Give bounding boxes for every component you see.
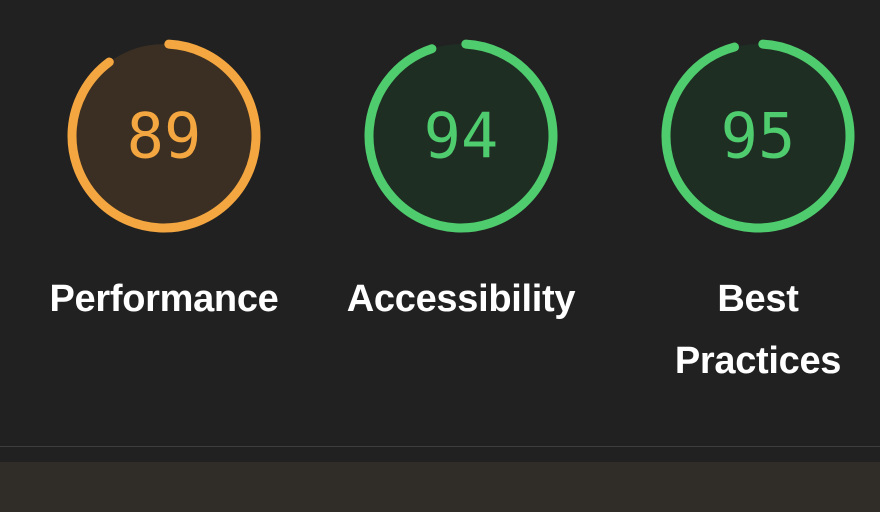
gauge-accessibility[interactable]: 94 Accessibility <box>331 30 591 330</box>
gauge-best-practices[interactable]: 95 Best Practices <box>628 30 880 392</box>
gauge-label-performance: Performance <box>49 278 279 320</box>
gauge-performance[interactable]: 89 Performance <box>34 30 294 330</box>
gauge-ring: 89 <box>67 39 261 233</box>
gauge-label-accessibility: Accessibility <box>346 278 576 320</box>
gauge-label-best-practices: Best Practices <box>674 278 842 382</box>
gauge-ring: 95 <box>661 39 855 233</box>
gauge-score-performance: 89 <box>127 100 202 173</box>
lighthouse-score-summary: 89 Performance 94 Accessibility 95 Best … <box>0 0 880 446</box>
gauge-score-accessibility: 94 <box>424 100 499 173</box>
next-section-background <box>0 462 880 512</box>
section-divider <box>0 446 880 447</box>
gauge-score-best-practices: 95 <box>721 100 796 173</box>
gauge-ring: 94 <box>364 39 558 233</box>
